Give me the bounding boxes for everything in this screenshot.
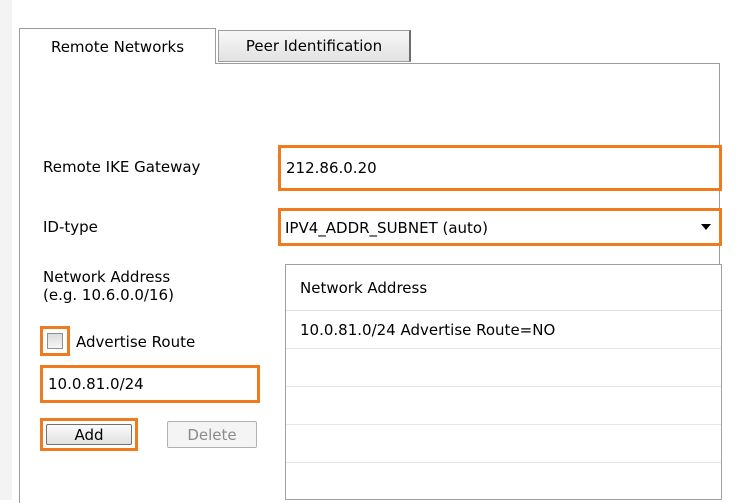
gateway-value: 212.86.0.20: [286, 159, 377, 177]
add-button[interactable]: Add: [46, 424, 132, 445]
network-address-list[interactable]: Network Address 10.0.81.0/24 Advertise R…: [285, 264, 722, 500]
advertise-route-checkbox[interactable]: [40, 326, 70, 356]
network-address-value: 10.0.81.0/24: [48, 375, 144, 393]
id-type-value: IPV4_ADDR_SUBNET (auto): [285, 219, 488, 237]
gateway-label: Remote IKE Gateway: [43, 158, 201, 176]
id-type-select[interactable]: IPV4_ADDR_SUBNET (auto): [278, 208, 722, 246]
tab-remote-networks[interactable]: Remote Networks: [19, 28, 216, 64]
list-header: Network Address: [286, 265, 721, 311]
list-item[interactable]: 10.0.81.0/24 Advertise Route=NO: [286, 311, 721, 349]
delete-button[interactable]: Delete: [167, 421, 257, 448]
add-button-highlight: Add: [40, 418, 138, 451]
list-item[interactable]: [286, 425, 721, 463]
window-top: [0, 0, 739, 8]
network-address-label: Network Address: [43, 268, 171, 286]
list-item[interactable]: [286, 387, 721, 425]
tab-peer-identification[interactable]: Peer Identification: [218, 30, 411, 62]
id-type-label: ID-type: [43, 218, 98, 236]
advertise-route-label[interactable]: Advertise Route: [76, 333, 195, 351]
checkbox-box: [47, 333, 63, 349]
left-edge: [0, 0, 12, 500]
network-address-input[interactable]: 10.0.81.0/24: [40, 365, 260, 403]
list-item[interactable]: [286, 349, 721, 387]
network-address-example: (e.g. 10.6.0.0/16): [43, 286, 174, 304]
list-item[interactable]: [286, 463, 721, 499]
chevron-down-icon[interactable]: [699, 220, 713, 234]
gateway-input[interactable]: 212.86.0.20: [278, 145, 722, 191]
